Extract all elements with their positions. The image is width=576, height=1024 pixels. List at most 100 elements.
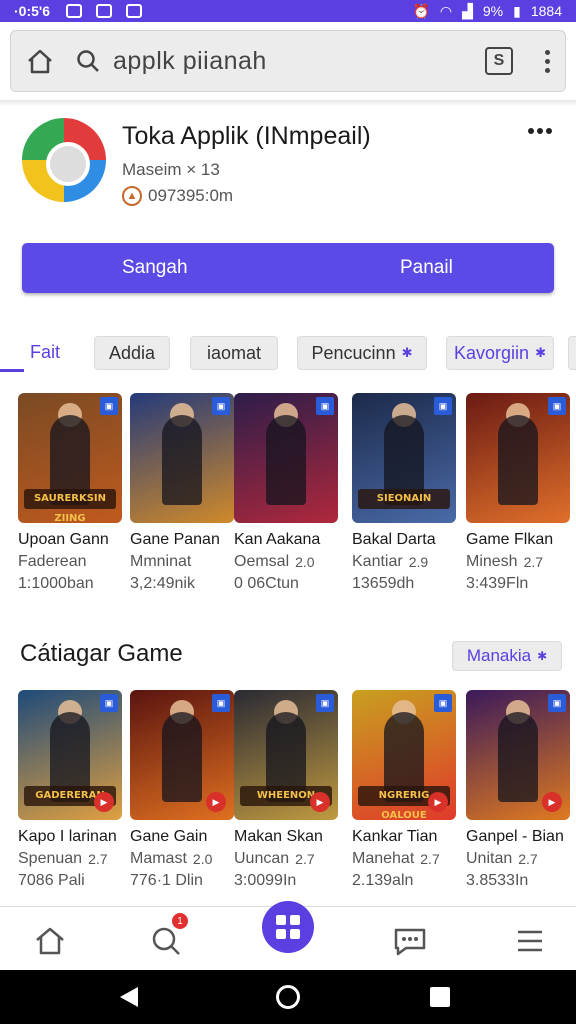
menu-icon [518,930,542,952]
game-thumbnail[interactable]: GADERERAN ▶ ▣ [18,690,122,820]
search-bar[interactable]: applk piianah S [10,30,566,92]
game-card[interactable]: ▣ Gane Panan Mmninat 3,2:49nik [130,393,234,593]
panail-button[interactable]: Panail [400,257,453,279]
corner-badge-icon: ▣ [434,397,452,415]
home-icon[interactable] [25,46,55,76]
chat-icon [394,928,426,956]
chip-label: Kavorgiin [454,342,530,363]
corner-badge-icon: ▣ [100,694,118,712]
app-meta: ▲ 097395:0m [122,186,233,206]
game-card[interactable]: ▶ ▣ Ganpel - Bian Unitan 2.7 3.8533In [466,690,570,890]
play-icon[interactable]: ▶ [542,792,562,812]
rating-value: 2.9 [408,554,429,570]
play-icon[interactable]: ▶ [428,792,448,812]
chip-pencucinn[interactable]: Pencucinn ✱ [297,336,427,370]
section-more-button[interactable]: Manakia ✱ [452,641,562,671]
game-stat: 3,2:49nik [130,575,195,592]
game-title: Kan Aakana [234,531,321,548]
system-home-icon[interactable] [276,985,300,1009]
rating-value: 2.7 [88,851,108,867]
game-thumbnail[interactable]: NGRERIG OALOUE ▶ ▣ [352,690,456,820]
character-figure [162,415,202,505]
game-thumbnail[interactable]: ▶ ▣ [466,690,570,820]
signal-icon: ▟ [462,2,473,19]
chip-fait[interactable]: Fait [30,342,60,363]
app-title: Toka Applik (INmpeail) [122,122,371,150]
developer-name: Unitan [466,850,513,867]
game-card[interactable]: SAURERKSIN ZIING ▣ Upoan Gann Faderean 1:100… [18,393,122,593]
game-thumbnail[interactable]: ▣ [234,393,338,523]
section-more-label: Manakia [466,646,532,665]
play-icon[interactable]: ▶ [94,792,114,812]
developer-name: Spenuan [18,850,83,867]
status-notification-icons [66,4,143,18]
chip-label: Pencucinn [311,342,396,363]
game-card[interactable]: NGRERIG OALOUE ▶ ▣ Kankar Tian Manehat 2.7 2.1… [352,690,456,890]
nav-apps-button[interactable] [262,901,314,953]
game-developer: Kantiar 2.9 [352,553,456,571]
game-title: Makan Skan [234,828,323,845]
more-options-icon[interactable] [528,128,552,134]
nav-menu[interactable] [508,919,552,963]
game-stat: 776·1 Dlin [130,872,203,889]
developer-name: Mmninat [130,553,192,570]
gear-icon: ✱ [401,345,413,360]
notification-badge: 1 [172,913,188,929]
game-card[interactable]: ▣ Game Flkan Minesh 2.7 3:439Fln [466,393,570,593]
scan-icon[interactable]: S [485,47,513,75]
game-thumbnail[interactable]: ▶ ▣ [130,690,234,820]
play-icon[interactable]: ▶ [310,792,330,812]
corner-badge-icon: ▣ [548,694,566,712]
character-figure [266,415,306,505]
rating-value: 2.7 [523,554,544,570]
battery-icon: ▮ [513,2,521,19]
developer-name: Faderean [18,553,87,570]
rating-value: 2.0 [295,554,315,570]
game-thumbnail[interactable]: ▣ [130,393,234,523]
game-thumbnail[interactable]: SIEONAIN ▣ [352,393,456,523]
sparkle-icon: ✱ [535,345,546,360]
game-card[interactable]: ▣ Kan Aakana Oemsal 2.0 0 06Ctun [234,393,338,593]
character-figure [498,712,538,802]
menu-kebab-icon[interactable] [545,49,551,73]
game-title: Gane Panan [130,531,220,548]
game-card[interactable]: WHEENON ▶ ▣ Makan Skan Uuncan 2.7 3:0099In [234,690,338,890]
chip-addia[interactable]: Addia [94,336,170,370]
game-stat: 7086 Pali [18,872,85,889]
app-meta-text: 097395:0m [148,186,234,205]
game-card[interactable]: SIEONAIN ▣ Bakal Darta Kantiar 2.9 13659dh [352,393,456,593]
app-subtitle: Maseim × 13 [122,160,220,179]
game-thumbnail[interactable]: ▣ [466,393,570,523]
game-thumbnail[interactable]: SAURERKSIN ZIING ▣ [18,393,122,523]
play-icon[interactable]: ▶ [206,792,226,812]
game-card[interactable]: ▶ ▣ Gane Gain Mamast 2.0 776·1 Dlin [130,690,234,890]
alarm-icon: ⏰ [412,2,430,19]
sangah-button[interactable]: Sangah [122,257,188,279]
rating-value: 2.7 [295,851,315,867]
primary-action-bar: Sangah Panail [22,243,554,293]
chip-kavorgiin[interactable]: Kavorgiin ✱ [446,336,554,370]
chip-label: iaomat [206,342,262,363]
nav-chat[interactable] [388,919,432,963]
recents-icon[interactable] [430,987,450,1007]
chip-iaomat[interactable]: iaomat [190,336,278,370]
search-icon [152,927,180,955]
game-stat: 3.8533In [466,872,529,889]
back-icon[interactable] [120,987,138,1007]
game-thumbnail[interactable]: WHEENON ▶ ▣ [234,690,338,820]
chip-label: Addia [108,342,156,363]
rating-value: 2.7 [518,851,538,867]
app-logo [22,118,106,202]
nav-home[interactable] [28,919,72,963]
clock: 1884 [530,3,562,19]
nav-search[interactable]: 1 [144,913,188,963]
category-chips: Fait Addia iaomat Pencucinn ✱ Kavorgiin ✱ [0,334,576,374]
game-card[interactable]: GADERERAN ▶ ▣ Kapo I larinan Spenuan 2.7 7086 … [18,690,122,890]
search-query[interactable]: applk piianah [113,47,267,76]
game-developer: Unitan 2.7 [466,850,570,868]
corner-badge-icon: ▣ [316,397,334,415]
game-stat: 2.139aln [352,872,414,889]
game-title: Kapo I larinan [18,828,117,845]
game-developer: Spenuan 2.7 [18,850,122,868]
corner-badge-icon: ▣ [548,397,566,415]
